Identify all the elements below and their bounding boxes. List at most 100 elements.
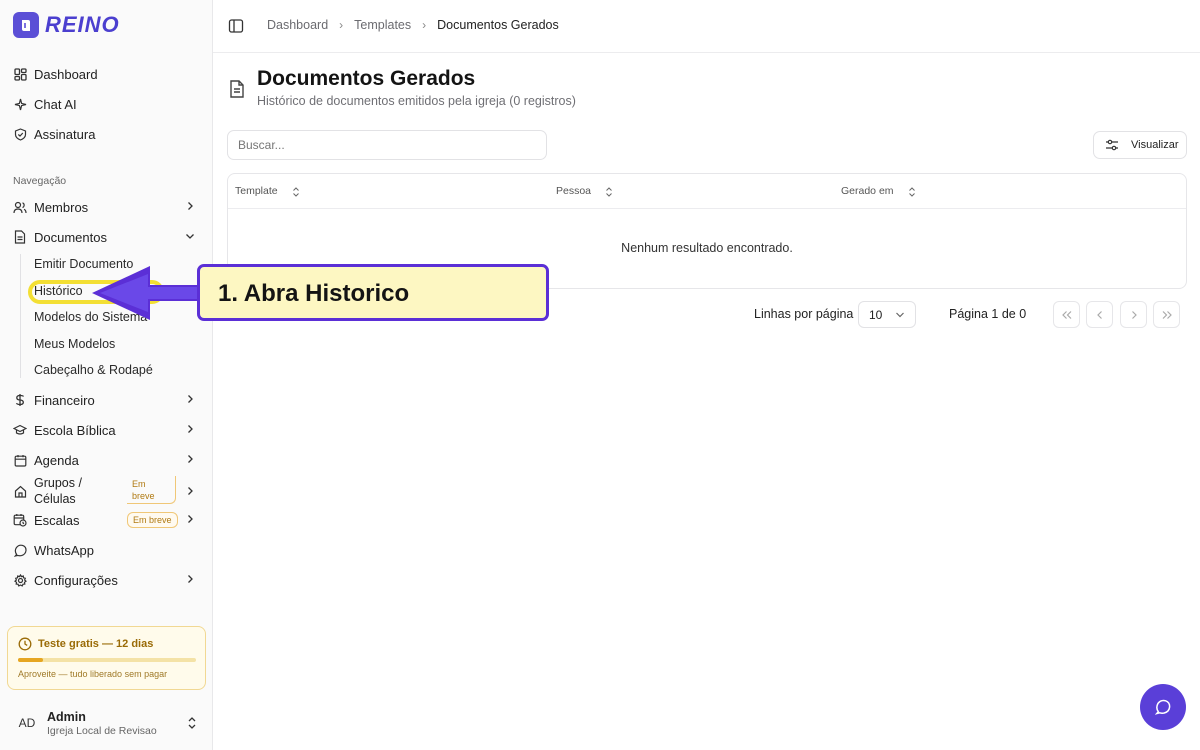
brand-logo[interactable]: REINO bbox=[13, 12, 120, 38]
sidebar-item-label: Membros bbox=[34, 199, 89, 215]
sidebar-item-escalas[interactable]: Escalas bbox=[0, 506, 212, 534]
rows-per-page-value: 10 bbox=[869, 307, 883, 322]
trial-card[interactable]: Teste gratis — 12 dias Aproveite — tudo … bbox=[7, 626, 206, 690]
chevrons-up-down-icon bbox=[188, 717, 196, 729]
gear-icon bbox=[13, 573, 27, 587]
sidebar-item-label: Financeiro bbox=[34, 392, 95, 408]
sidebar-item-label: Escola Bíblica bbox=[34, 422, 116, 438]
chevrons-right-icon bbox=[1162, 310, 1172, 319]
file-text-icon bbox=[13, 230, 27, 244]
sidebar-item-label: Escalas bbox=[34, 512, 80, 528]
sidebar-item-chat-ai[interactable]: Chat AI bbox=[0, 90, 212, 118]
first-page-button[interactable] bbox=[1053, 301, 1080, 328]
chevron-right-icon bbox=[188, 395, 193, 403]
view-options-label: Visualizar bbox=[1131, 139, 1179, 151]
user-menu[interactable]: AD Admin Igreja Local de Revisao bbox=[0, 700, 212, 748]
page-title: Documentos Gerados bbox=[257, 67, 476, 90]
sidebar-item-whatsapp[interactable]: WhatsApp bbox=[0, 536, 212, 564]
sidebar-item-label: Grupos / Células bbox=[34, 476, 82, 506]
grid-icon bbox=[13, 67, 27, 81]
avatar: AD bbox=[18, 716, 36, 730]
user-name: Admin bbox=[47, 710, 86, 724]
column-header-label: Pessoa bbox=[556, 185, 592, 197]
sidebar-item-label: Documentos bbox=[34, 229, 107, 245]
chevron-right-icon bbox=[188, 455, 193, 463]
sidebar-item-financeiro[interactable]: Financeiro bbox=[0, 386, 212, 414]
section-label-navegacao: Navegação bbox=[13, 175, 67, 187]
dollar-icon bbox=[13, 393, 27, 407]
column-header-pessoa[interactable]: Pessoa bbox=[556, 174, 613, 209]
breadcrumb-templates[interactable]: Templates bbox=[354, 18, 411, 32]
home-icon bbox=[13, 484, 27, 498]
sidebar-toggle-icon[interactable] bbox=[228, 18, 244, 34]
chevrons-left-icon bbox=[1061, 310, 1071, 319]
sidebar-item-documentos[interactable]: Documentos bbox=[0, 223, 212, 251]
sort-icon bbox=[606, 186, 612, 197]
trial-note: Aproveite — tudo liberado sem pagar bbox=[18, 669, 168, 679]
chevron-right-icon: › bbox=[339, 18, 344, 32]
sliders-icon bbox=[1106, 139, 1118, 151]
arrow-pointer-icon bbox=[92, 266, 200, 320]
sidebar-item-assinatura[interactable]: Assinatura bbox=[0, 120, 212, 148]
breadcrumb-dashboard[interactable]: Dashboard bbox=[267, 18, 328, 32]
sidebar-item-grupos-celulas[interactable]: Grupos / Células bbox=[0, 476, 212, 506]
page-subtitle: Histórico de documentos emitidos pela ig… bbox=[257, 94, 576, 108]
chevron-right-icon bbox=[188, 425, 193, 433]
sidebar-item-dashboard[interactable]: Dashboard bbox=[0, 60, 212, 88]
trial-progress-fill bbox=[18, 658, 43, 662]
sort-icon bbox=[908, 186, 915, 197]
view-options-button[interactable]: Visualizar bbox=[1093, 131, 1187, 159]
column-header-label: Template bbox=[235, 185, 278, 197]
graduation-cap-icon bbox=[13, 423, 27, 437]
sidebar-item-label: WhatsApp bbox=[34, 542, 94, 558]
file-text-icon bbox=[230, 80, 244, 98]
column-header-template[interactable]: Template bbox=[235, 174, 300, 209]
breadcrumb-current: Documentos Gerados bbox=[437, 18, 559, 32]
chevron-right-icon: › bbox=[422, 18, 427, 32]
rows-per-page-label: Linhas por página bbox=[754, 307, 854, 321]
sidebar-item-label: Configurações bbox=[34, 572, 118, 588]
clock-icon bbox=[18, 637, 32, 651]
chevron-right-icon bbox=[188, 575, 193, 583]
rows-per-page-select[interactable]: 10 bbox=[858, 301, 916, 328]
last-page-button[interactable] bbox=[1153, 301, 1180, 328]
search-input[interactable] bbox=[227, 130, 547, 160]
table-header-divider bbox=[228, 208, 1186, 209]
status-badge-em-breve: Em breve bbox=[127, 512, 178, 528]
trial-title: Teste gratis — 12 dias bbox=[38, 638, 154, 650]
chevron-down-icon bbox=[186, 234, 194, 239]
chevron-right-icon bbox=[188, 487, 193, 495]
sort-icon bbox=[292, 186, 299, 197]
chevron-right-icon bbox=[188, 202, 193, 210]
previous-page-button[interactable] bbox=[1086, 301, 1113, 328]
submenu-guide-line bbox=[20, 254, 21, 378]
chevron-down-icon bbox=[896, 312, 904, 318]
sidebar-item-label: Dashboard bbox=[34, 66, 98, 82]
chat-fab-button[interactable] bbox=[1140, 684, 1186, 730]
status-badge-em-breve: Em breve bbox=[127, 476, 176, 504]
page-info: Página 1 de 0 bbox=[949, 307, 1027, 321]
users-icon bbox=[13, 200, 27, 214]
chevron-right-icon bbox=[188, 515, 193, 523]
sidebar-subitem-cabecalho-rodape[interactable]: Cabeçalho & Rodapé bbox=[34, 359, 153, 381]
sidebar-item-configuracoes[interactable]: Configurações bbox=[0, 566, 212, 594]
breadcrumb: Dashboard › Templates › Documentos Gerad… bbox=[267, 18, 559, 32]
sidebar-item-escola-biblica[interactable]: Escola Bíblica bbox=[0, 416, 212, 444]
sidebar-subitem-meus-modelos[interactable]: Meus Modelos bbox=[34, 333, 115, 355]
sidebar-item-label: Chat AI bbox=[34, 96, 77, 112]
message-circle-icon bbox=[13, 543, 27, 557]
shield-check-icon bbox=[13, 127, 27, 141]
sidebar-item-agenda[interactable]: Agenda bbox=[0, 446, 212, 474]
calendar-clock-icon bbox=[13, 513, 27, 527]
chevron-right-icon bbox=[1131, 310, 1137, 319]
sidebar-item-membros[interactable]: Membros bbox=[0, 193, 212, 221]
logo-icon bbox=[13, 12, 39, 38]
column-header-label: Gerado em bbox=[841, 185, 894, 197]
callout-text: 1. Abra Historico bbox=[218, 280, 410, 307]
column-header-gerado-em[interactable]: Gerado em bbox=[841, 174, 916, 209]
sidebar: REINO Dashboard Chat AI Assinatura Naveg… bbox=[0, 0, 213, 750]
top-bar: Dashboard › Templates › Documentos Gerad… bbox=[213, 0, 1200, 53]
calendar-icon bbox=[13, 453, 27, 467]
empty-state-message: Nenhum resultado encontrado. bbox=[621, 241, 793, 255]
next-page-button[interactable] bbox=[1120, 301, 1147, 328]
